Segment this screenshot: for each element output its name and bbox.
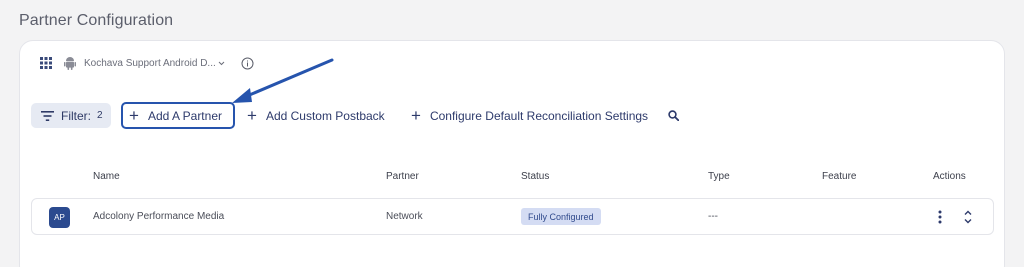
- type-cell: ---: [708, 211, 718, 222]
- chevron-down-icon[interactable]: [218, 61, 225, 66]
- more-actions-icon[interactable]: [938, 210, 942, 224]
- filter-count: 2: [97, 110, 103, 121]
- status-badge: Fully Configured: [521, 208, 601, 225]
- plus-icon: +: [129, 106, 139, 125]
- configure-defaults-label: Configure Default Reconciliation Setting…: [429, 108, 649, 123]
- app-name[interactable]: Kochava Support Android D...: [84, 58, 216, 69]
- column-header-partner[interactable]: Partner: [386, 171, 419, 182]
- android-icon: [64, 57, 76, 70]
- configure-defaults-button[interactable]: + Configure Default Reconciliation Setti…: [411, 102, 648, 129]
- page-title: Partner Configuration: [19, 12, 174, 29]
- partner-avatar: AP: [49, 207, 70, 228]
- plus-icon: +: [411, 106, 421, 125]
- filter-icon: [41, 110, 54, 121]
- column-header-actions: Actions: [933, 171, 966, 182]
- filter-button[interactable]: Filter: 2: [31, 103, 111, 128]
- add-custom-postback-button[interactable]: + Add Custom Postback: [247, 102, 385, 129]
- app-selector[interactable]: Kochava Support Android D...: [40, 55, 254, 71]
- add-custom-postback-label: Add Custom Postback: [265, 108, 385, 123]
- add-partner-button[interactable]: + Add A Partner: [121, 102, 235, 129]
- search-icon[interactable]: [668, 110, 679, 121]
- filter-label: Filter:: [61, 108, 91, 123]
- grid-icon[interactable]: [40, 57, 52, 69]
- add-partner-label: Add A Partner: [147, 108, 222, 123]
- expand-collapse-icon[interactable]: [963, 209, 973, 225]
- column-header-feature[interactable]: Feature: [822, 171, 856, 182]
- table-row[interactable]: AP Adcolony Performance Media Network Fu…: [31, 198, 994, 235]
- column-header-status[interactable]: Status: [521, 171, 549, 182]
- column-header-name[interactable]: Name: [93, 171, 120, 182]
- plus-icon: +: [247, 106, 257, 125]
- toolbar: Filter: 2 + Add A Partner + Add Custom P…: [31, 102, 731, 129]
- partner-type-cell: Network: [386, 211, 423, 222]
- annotation-arrow: [232, 58, 334, 103]
- column-header-type[interactable]: Type: [708, 171, 730, 182]
- partner-name-cell[interactable]: Adcolony Performance Media: [93, 211, 224, 222]
